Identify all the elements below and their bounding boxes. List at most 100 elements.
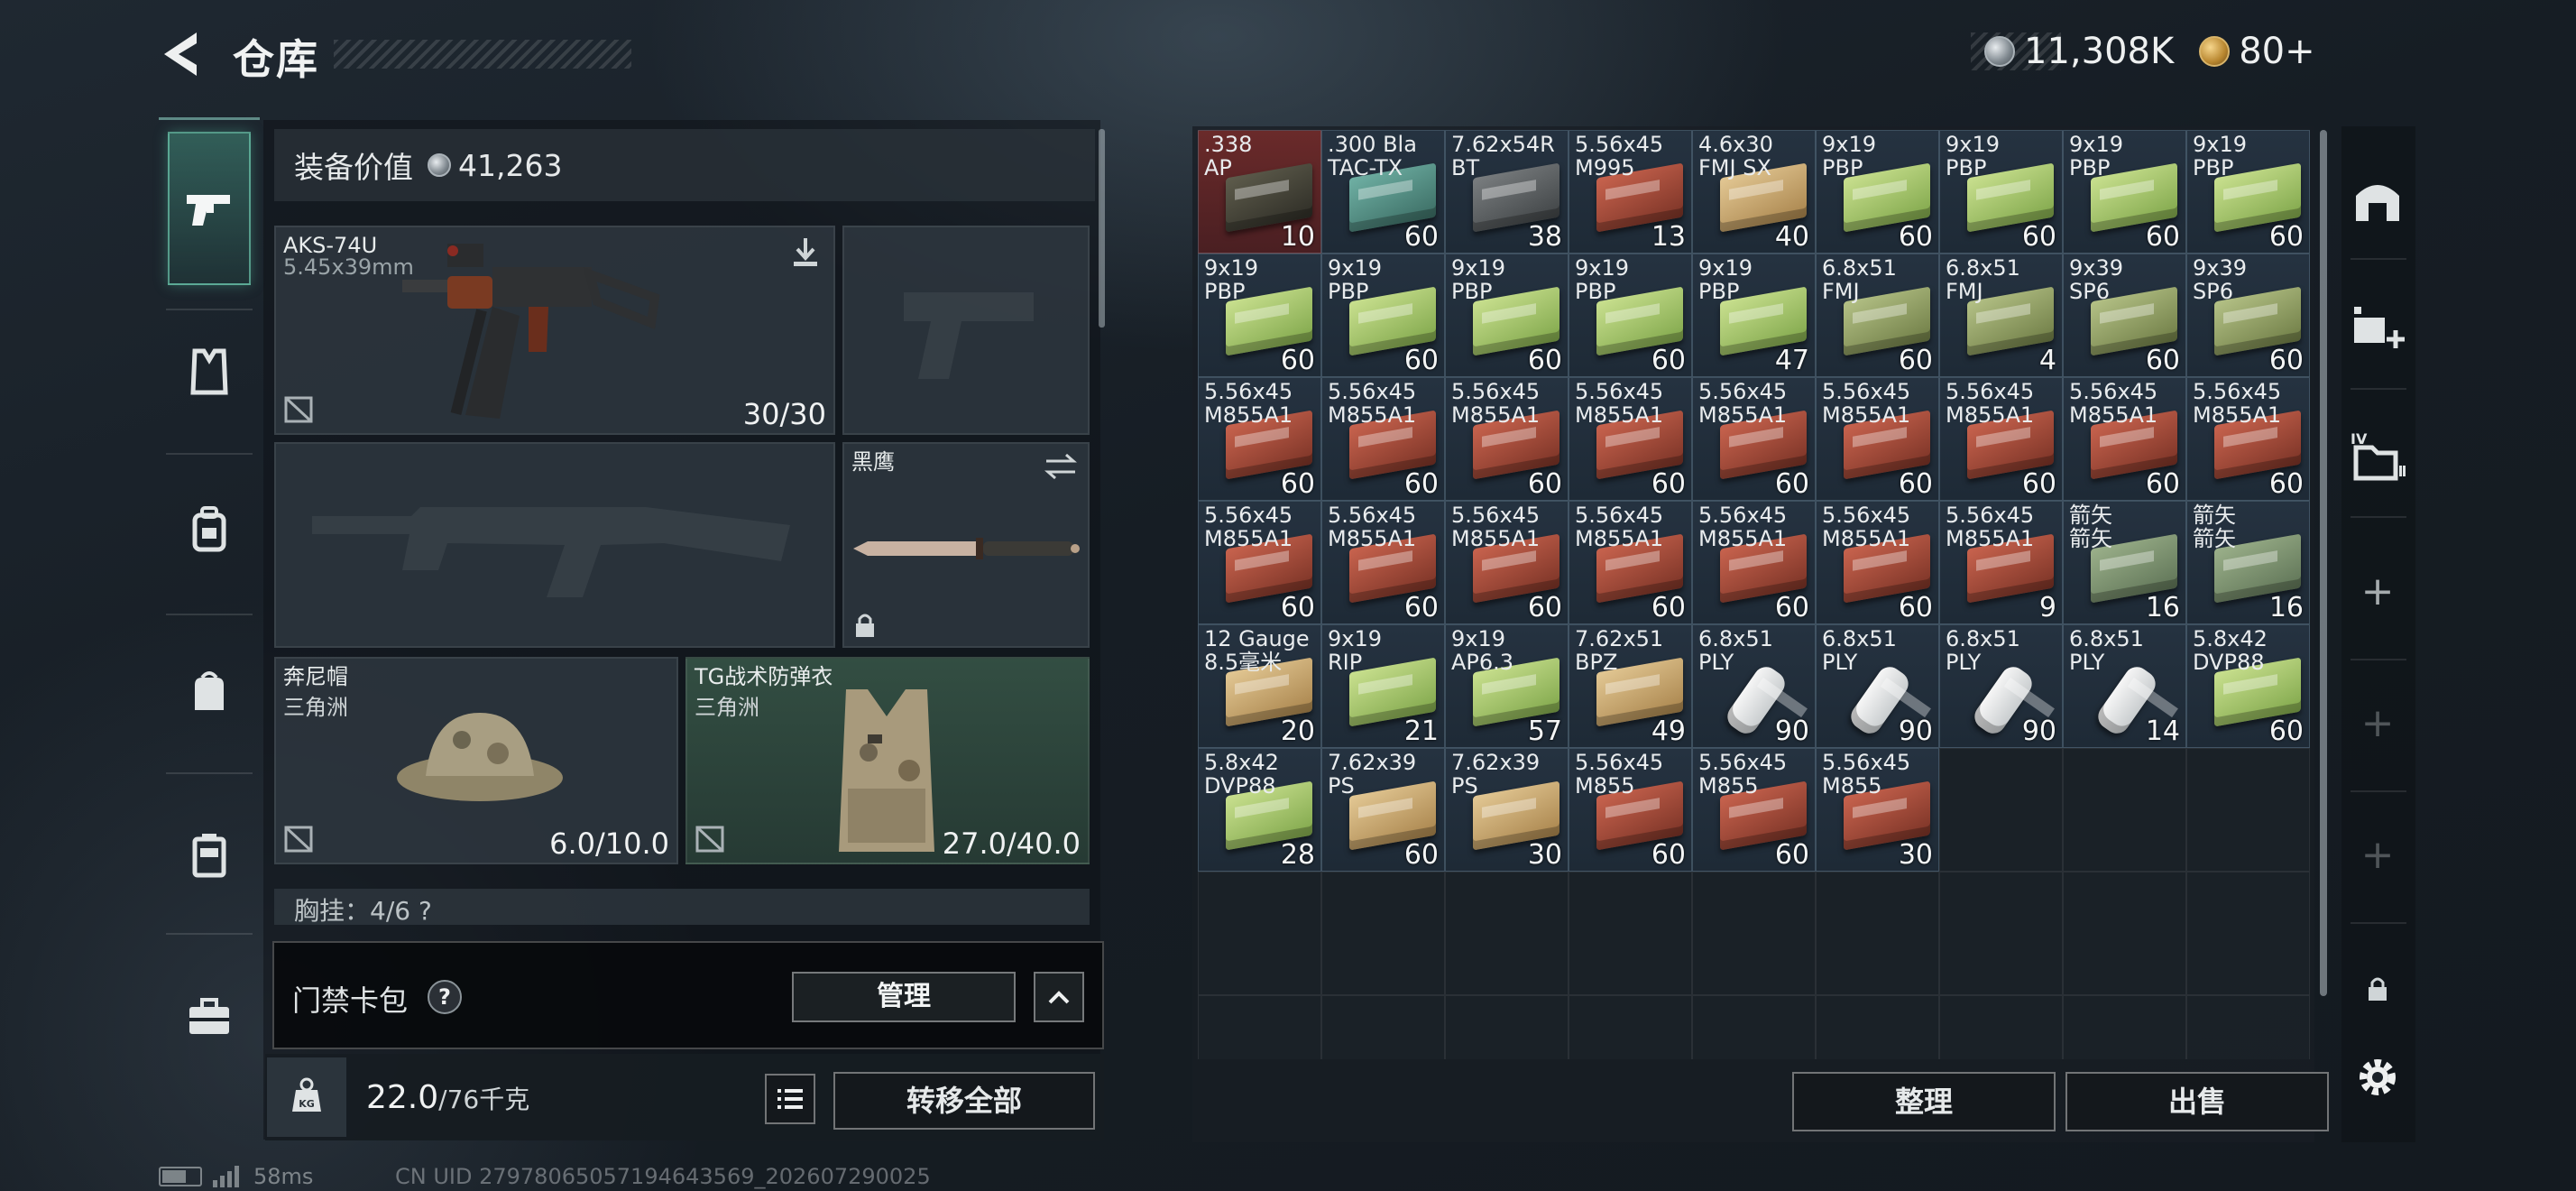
nav-weapons[interactable] [180,180,238,238]
empty-stash-cell[interactable] [1569,995,1692,1059]
stash-item[interactable]: 箭矢 箭矢 16 [2186,501,2310,624]
stash-item[interactable]: 9x19 RIP 21 [1321,624,1445,748]
helmet-slot[interactable]: 奔尼帽 三角洲 6.0/10.0 [274,657,678,864]
primary-weapon-slot[interactable]: AKS-74U 5.45x39mm 30/30 [274,226,835,435]
expand-button[interactable] [1034,972,1084,1022]
stash-item[interactable]: 5.56x45 M855A1 60 [1816,377,1939,501]
settings-button[interactable] [2345,1045,2410,1110]
stash-item[interactable]: 9x19 PBP 60 [1445,254,1569,377]
empty-stash-cell[interactable] [1939,995,2063,1059]
empty-stash-cell[interactable] [2186,748,2310,872]
empty-stash-cell[interactable] [2063,872,2186,995]
empty-stash-cell[interactable] [1321,872,1445,995]
stash-item[interactable]: 5.8x42 DVP88 60 [2186,624,2310,748]
empty-stash-cell[interactable] [1816,872,1939,995]
empty-stash-cell[interactable] [1692,995,1816,1059]
stash-item[interactable]: 6.8x51 PLY 90 [1939,624,2063,748]
stash-item[interactable]: 9x19 PBP 60 [1321,254,1445,377]
stash-item[interactable]: 5.56x45 M855A1 60 [2186,377,2310,501]
nav-pouch[interactable] [180,662,238,720]
empty-stash-cell[interactable] [2186,995,2310,1059]
empty-stash-cell[interactable] [1569,872,1692,995]
chest-rig-row[interactable]: 胸挂：4/6 ? [274,889,1090,925]
swap-icon[interactable] [1043,453,1079,480]
stash-item[interactable]: 9x39 SP6 60 [2186,254,2310,377]
stash-item[interactable]: 9x19 PBP 60 [1816,130,1939,254]
add-tab-button[interactable]: + [2345,559,2410,624]
stash-item[interactable]: 7.62x51 BPZ 49 [1569,624,1692,748]
empty-stash-cell[interactable] [1445,872,1569,995]
stash-item[interactable]: 6.8x51 PLY 90 [1816,624,1939,748]
nav-armor[interactable] [180,343,238,401]
unload-icon[interactable] [790,236,821,269]
stash-item[interactable]: 5.8x42 DVP88 28 [1198,748,1321,872]
armor-slot[interactable]: TG战术防弹衣 三角洲 27.0/40.0 [685,657,1090,864]
stash-item[interactable]: 5.56x45 M855 30 [1816,748,1939,872]
stash-tab-iv-folder[interactable]: IV [2345,424,2410,489]
stash-item[interactable]: 6.8x51 PLY 90 [1692,624,1816,748]
list-view-button[interactable] [765,1074,815,1124]
stash-item[interactable]: 7.62x39 PS 60 [1321,748,1445,872]
empty-stash-cell[interactable] [1816,995,1939,1059]
stash-item[interactable]: 5.56x45 M855A1 9 [1939,501,2063,624]
sell-button[interactable]: 出售 [2065,1072,2329,1131]
stash-item[interactable]: 5.56x45 M855A1 60 [1692,501,1816,624]
nav-toolbox[interactable] [180,987,238,1045]
stash-item[interactable]: 5.56x45 M995 13 [1569,130,1692,254]
stash-tab-building[interactable] [2345,168,2410,233]
stash-item[interactable]: 5.56x45 M855 60 [1569,748,1692,872]
stash-item[interactable]: 箭矢 箭矢 16 [2063,501,2186,624]
stash-item[interactable]: 12 Gauge 8.5毫米 20 [1198,624,1321,748]
stash-scrollbar[interactable] [2320,130,2327,996]
stash-item[interactable]: 5.56x45 M855A1 60 [1198,501,1321,624]
stash-item[interactable]: 9x19 AP6.3 57 [1445,624,1569,748]
stash-item[interactable]: 5.56x45 M855A1 60 [1939,377,2063,501]
stash-item[interactable]: 5.56x45 M855A1 60 [2063,377,2186,501]
transfer-all-button[interactable]: 转移全部 [833,1072,1095,1130]
pistol-slot[interactable] [842,226,1090,435]
sort-button[interactable]: 整理 [1792,1072,2056,1131]
empty-stash-cell[interactable] [1939,748,2063,872]
empty-stash-cell[interactable] [1198,872,1321,995]
stash-tab-add-container[interactable] [2345,296,2410,361]
stash-item[interactable]: 6.8x51 FMJ 60 [1816,254,1939,377]
equipment-scrollbar[interactable] [1099,129,1105,328]
empty-stash-cell[interactable] [1692,872,1816,995]
empty-stash-cell[interactable] [1445,995,1569,1059]
stash-item[interactable]: 7.62x54R BT 38 [1445,130,1569,254]
stash-item[interactable]: 5.56x45 M855A1 60 [1445,501,1569,624]
manage-button[interactable]: 管理 [792,972,1016,1022]
stash-item[interactable]: 7.62x39 PS 30 [1445,748,1569,872]
melee-slot[interactable]: 黑鹰 [842,442,1090,648]
stash-item[interactable]: 9x19 PBP 60 [2186,130,2310,254]
stash-item[interactable]: 9x19 PBP 47 [1692,254,1816,377]
empty-stash-cell[interactable] [1939,872,2063,995]
help-icon[interactable]: ? [428,980,462,1014]
stash-item[interactable]: 5.56x45 M855A1 60 [1692,377,1816,501]
stash-item[interactable]: 5.56x45 M855A1 60 [1569,501,1692,624]
stash-item[interactable]: 4.6x30 FMJ SX 40 [1692,130,1816,254]
empty-stash-cell[interactable] [1321,995,1445,1059]
empty-stash-cell[interactable] [2186,872,2310,995]
stash-item[interactable]: .338 AP 10 [1198,130,1321,254]
empty-stash-cell[interactable] [2063,995,2186,1059]
stash-item[interactable]: 5.56x45 M855A1 60 [1445,377,1569,501]
stash-item[interactable]: 6.8x51 FMJ 4 [1939,254,2063,377]
back-button[interactable] [155,27,209,81]
stash-item[interactable]: 9x19 PBP 60 [1198,254,1321,377]
nav-backpack[interactable] [180,500,238,558]
empty-stash-cell[interactable] [1198,995,1321,1059]
stash-item[interactable]: .300 Bla TAC-TX 60 [1321,130,1445,254]
stash-item[interactable]: 5.56x45 M855A1 60 [1198,377,1321,501]
stash-item[interactable]: 5.56x45 M855 60 [1692,748,1816,872]
stash-item[interactable]: 5.56x45 M855A1 60 [1321,501,1445,624]
stash-item[interactable]: 6.8x51 PLY 14 [2063,624,2186,748]
stash-item[interactable]: 9x39 SP6 60 [2063,254,2186,377]
stash-item[interactable]: 9x19 PBP 60 [2063,130,2186,254]
stash-item[interactable]: 9x19 PBP 60 [1569,254,1692,377]
stash-item[interactable]: 9x19 PBP 60 [1939,130,2063,254]
empty-stash-cell[interactable] [2063,748,2186,872]
nav-rig[interactable] [180,826,238,884]
secondary-weapon-slot[interactable] [274,442,835,648]
stash-item[interactable]: 5.56x45 M855A1 60 [1816,501,1939,624]
